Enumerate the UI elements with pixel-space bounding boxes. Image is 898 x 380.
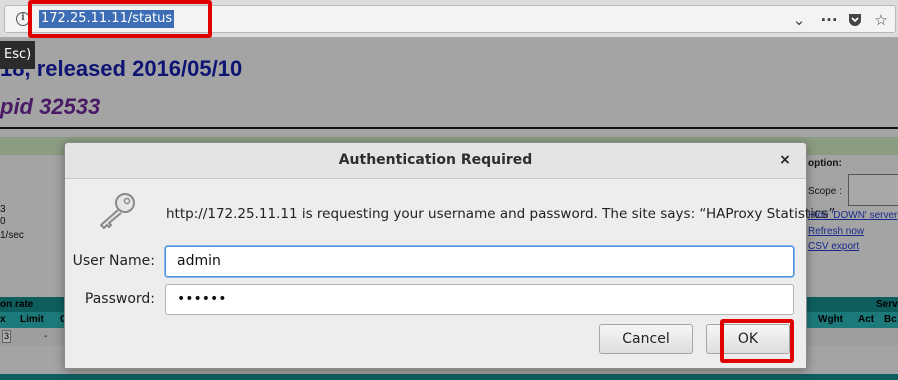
fullscreen-tooltip: Esc) [0, 41, 36, 69]
page-title: 18, released 2016/05/10 [0, 56, 243, 81]
pocket-icon[interactable] [845, 10, 865, 30]
username-label: User Name: [72, 253, 155, 269]
column-header: Act [858, 314, 875, 325]
table-cell: 3 [2, 330, 11, 343]
password-label: Password: [84, 291, 155, 307]
scope-label: Scope : [808, 186, 842, 197]
dialog-header: Authentication Required × [65, 143, 806, 179]
table-cell: - [44, 331, 48, 342]
column-header: Wght [818, 314, 843, 325]
table-group-left: on rate [0, 299, 34, 310]
column-header: Bc [884, 314, 897, 325]
dialog-message: http://172.25.11.11 is requesting your u… [166, 206, 836, 222]
stat-value: 3 [0, 204, 6, 215]
chevron-down-icon[interactable]: ⌄ [789, 10, 809, 30]
cancel-button[interactable]: Cancel [599, 324, 693, 354]
table-footer [0, 374, 898, 380]
password-field[interactable]: •••••• [165, 284, 794, 315]
close-icon[interactable]: × [776, 151, 794, 169]
highlight-box-ok [720, 319, 794, 363]
key-icon [95, 191, 139, 231]
dialog-title: Authentication Required [338, 152, 533, 168]
stat-value: 0 [0, 216, 6, 227]
column-header: Limit [20, 314, 44, 325]
more-icon[interactable]: ··· [819, 10, 839, 30]
stat-value: 1/sec [0, 230, 24, 241]
pid-heading: pid 32533 [0, 94, 101, 119]
username-field[interactable]: admin [165, 246, 794, 277]
star-icon[interactable]: ☆ [871, 10, 891, 30]
divider [0, 127, 898, 129]
highlight-box-url [28, 0, 212, 38]
auth-dialog: Authentication Required × http://172.25.… [64, 142, 835, 369]
refresh-link[interactable]: Refresh now [808, 226, 864, 238]
column-header: x [0, 314, 6, 325]
table-group-right: Serv [876, 299, 898, 310]
options-label: option: [808, 158, 842, 169]
csv-export-link[interactable]: CSV export [808, 241, 859, 253]
scope-input[interactable] [848, 174, 898, 206]
